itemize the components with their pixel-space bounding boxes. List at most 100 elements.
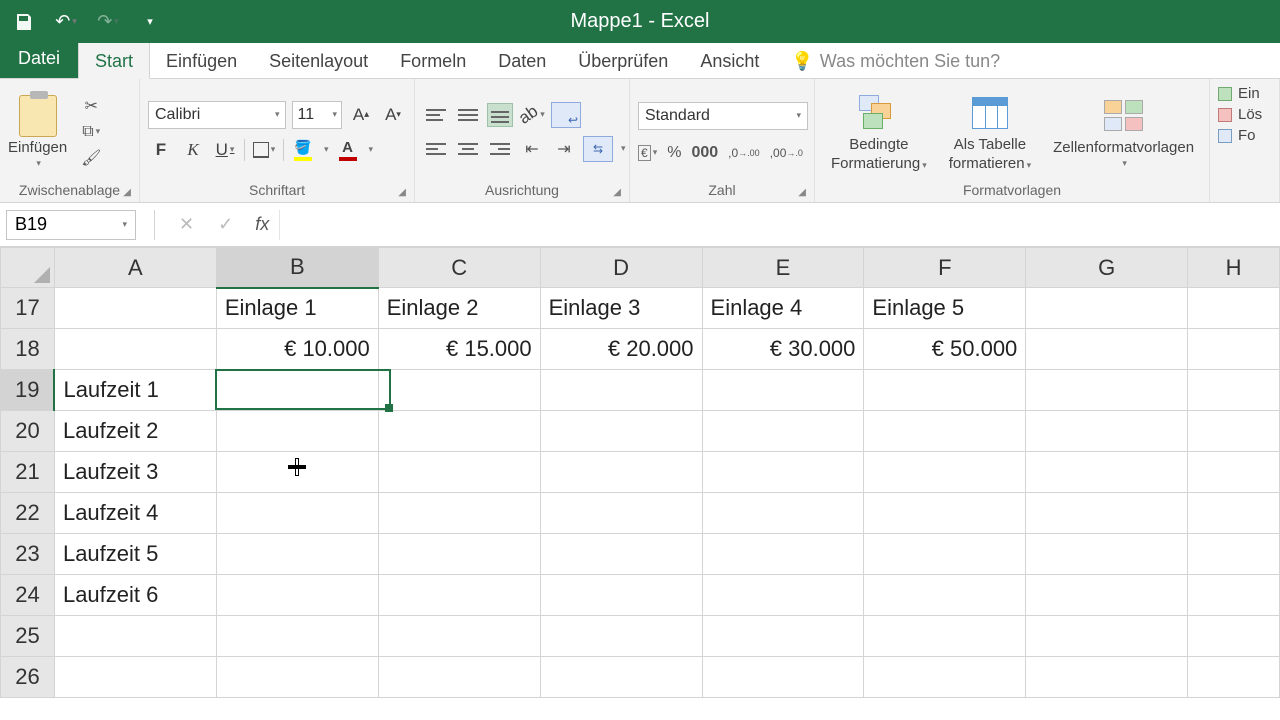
qat-customize-icon[interactable]: ▾: [136, 8, 164, 36]
undo-icon[interactable]: ↶▾: [52, 8, 80, 36]
tab-file[interactable]: Datei: [0, 39, 78, 78]
wrap-text-button[interactable]: [551, 102, 581, 128]
align-left-button[interactable]: [423, 137, 449, 161]
redo-icon[interactable]: ↷▾: [94, 8, 122, 36]
cell[interactable]: [216, 657, 378, 698]
cell-styles-button[interactable]: Zellenformatvorlagen ▾: [1045, 95, 1202, 169]
cell[interactable]: [864, 534, 1026, 575]
format-painter-icon[interactable]: 🖌: [79, 148, 103, 168]
dialog-launcher-icon[interactable]: ◢: [123, 187, 131, 198]
cell[interactable]: Laufzeit 1: [54, 370, 216, 411]
col-header-A[interactable]: A: [54, 248, 216, 288]
decrease-font-icon[interactable]: A▾: [380, 102, 406, 128]
align-bottom-button[interactable]: [487, 103, 513, 127]
cell[interactable]: [1188, 370, 1280, 411]
cell[interactable]: [1188, 575, 1280, 616]
cell[interactable]: € 20.000: [540, 329, 702, 370]
cell[interactable]: Laufzeit 4: [54, 493, 216, 534]
font-color-button[interactable]: A: [335, 137, 361, 163]
align-middle-button[interactable]: [455, 103, 481, 127]
cancel-formula-icon[interactable]: ✕: [167, 214, 206, 235]
cell[interactable]: [378, 657, 540, 698]
cell[interactable]: [1026, 288, 1188, 329]
cell[interactable]: [1188, 452, 1280, 493]
cell[interactable]: € 50.000: [864, 329, 1026, 370]
cell[interactable]: [378, 616, 540, 657]
cell[interactable]: [1026, 452, 1188, 493]
cell[interactable]: Einlage 4: [702, 288, 864, 329]
orientation-button[interactable]: ab▾: [519, 102, 545, 128]
name-box[interactable]: B19▾: [6, 210, 136, 240]
cell[interactable]: [702, 657, 864, 698]
col-header-E[interactable]: E: [702, 248, 864, 288]
cell[interactable]: Laufzeit 3: [54, 452, 216, 493]
cell[interactable]: [540, 657, 702, 698]
dialog-launcher-icon[interactable]: ◢: [798, 187, 806, 198]
row-header[interactable]: 22: [1, 493, 55, 534]
cell[interactable]: [864, 616, 1026, 657]
accounting-format-button[interactable]: €▾: [638, 144, 657, 162]
align-right-button[interactable]: [487, 137, 513, 161]
cell[interactable]: [1188, 534, 1280, 575]
cell[interactable]: [378, 411, 540, 452]
tab-review[interactable]: Überprüfen: [562, 43, 684, 78]
cell[interactable]: [216, 493, 378, 534]
cell[interactable]: [540, 575, 702, 616]
cell[interactable]: [216, 534, 378, 575]
col-header-G[interactable]: G: [1026, 248, 1188, 288]
tab-pagelayout[interactable]: Seitenlayout: [253, 43, 384, 78]
tab-formulas[interactable]: Formeln: [384, 43, 482, 78]
format-cells-button[interactable]: Fo: [1218, 127, 1271, 144]
cell[interactable]: Laufzeit 5: [54, 534, 216, 575]
paste-button[interactable]: Einfügen ▾: [8, 95, 67, 169]
align-top-button[interactable]: [423, 103, 449, 127]
col-header-D[interactable]: D: [540, 248, 702, 288]
cell[interactable]: [540, 452, 702, 493]
tab-insert[interactable]: Einfügen: [150, 43, 253, 78]
cell[interactable]: [1026, 329, 1188, 370]
italic-button[interactable]: K: [180, 137, 206, 163]
insert-cells-button[interactable]: Ein: [1218, 85, 1271, 102]
font-name-combo[interactable]: Calibri▾: [148, 101, 286, 129]
cell[interactable]: [54, 329, 216, 370]
fill-color-button[interactable]: 🪣: [290, 137, 316, 163]
cell[interactable]: [540, 370, 702, 411]
merge-center-button[interactable]: ⇆: [583, 136, 613, 162]
dialog-launcher-icon[interactable]: ◢: [398, 187, 406, 198]
cell[interactable]: [864, 575, 1026, 616]
cell[interactable]: [1026, 616, 1188, 657]
bold-button[interactable]: F: [148, 137, 174, 163]
tab-data[interactable]: Daten: [482, 43, 562, 78]
cell[interactable]: [54, 616, 216, 657]
comma-format-button[interactable]: 000: [691, 144, 718, 162]
cell[interactable]: € 15.000: [378, 329, 540, 370]
cell[interactable]: [1188, 657, 1280, 698]
copy-icon[interactable]: ⧉▾: [79, 122, 103, 142]
cell[interactable]: Einlage 1: [216, 288, 378, 329]
number-format-combo[interactable]: Standard▾: [638, 102, 808, 130]
align-center-button[interactable]: [455, 137, 481, 161]
cut-icon[interactable]: ✂: [79, 96, 103, 116]
cell[interactable]: [1026, 493, 1188, 534]
underline-button[interactable]: U▾: [212, 137, 238, 163]
formula-input[interactable]: [279, 210, 1280, 240]
increase-font-icon[interactable]: A▴: [348, 102, 374, 128]
select-all-corner[interactable]: [1, 248, 55, 288]
cell[interactable]: [216, 616, 378, 657]
cell[interactable]: Einlage 2: [378, 288, 540, 329]
col-header-B[interactable]: B: [216, 248, 378, 288]
font-size-combo[interactable]: 11▾: [292, 101, 342, 129]
row-header[interactable]: 21: [1, 452, 55, 493]
cell[interactable]: [864, 493, 1026, 534]
cell[interactable]: [1026, 370, 1188, 411]
cell[interactable]: [1188, 288, 1280, 329]
save-icon[interactable]: [10, 8, 38, 36]
cell[interactable]: [1026, 575, 1188, 616]
format-as-table-button[interactable]: Als Tabelle formatieren▾: [941, 92, 1039, 172]
cell[interactable]: [378, 575, 540, 616]
cell[interactable]: [378, 534, 540, 575]
tab-view[interactable]: Ansicht: [684, 43, 775, 78]
fx-icon[interactable]: fx: [245, 214, 279, 235]
cell[interactable]: [702, 534, 864, 575]
cell[interactable]: [864, 370, 1026, 411]
